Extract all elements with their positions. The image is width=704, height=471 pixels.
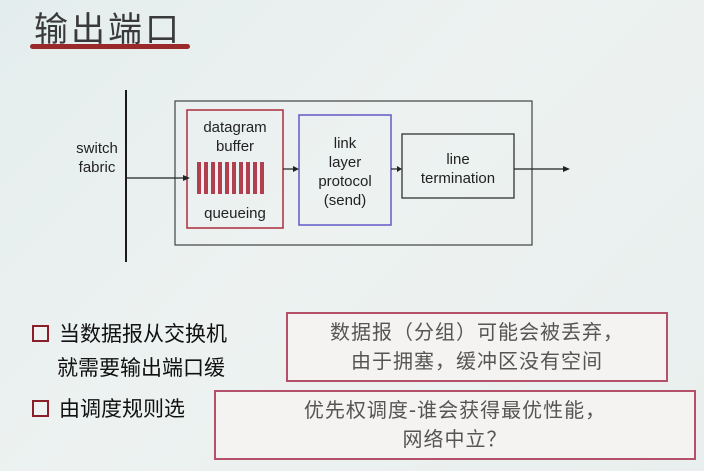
- queueing-label: queueing: [204, 205, 266, 222]
- annotation-overlay-drop: 数据报（分组）可能会被丢弃， 由于拥塞，缓冲区没有空间: [286, 312, 668, 382]
- queue-bar: [260, 162, 264, 194]
- queue-bar: [253, 162, 257, 194]
- bullet-2-line-1: 由调度规则选: [32, 393, 185, 423]
- queue-bar: [211, 162, 215, 194]
- link-layer-label: link layer protocol (send): [318, 135, 372, 209]
- bullet-square-icon: [32, 324, 49, 342]
- overlay-2-line-1: 优先权调度-谁会获得最优性能，: [303, 398, 607, 422]
- output-port-diagram: switch fabric datagram buffer queueing l…: [0, 0, 704, 300]
- datagram-buffer-label: datagram buffer: [203, 119, 267, 155]
- switch-fabric-label: switch fabric: [76, 140, 118, 176]
- overlay-2-line-2: 网络中立？: [402, 427, 508, 451]
- overlay-1-line-2: 由于拥塞，缓冲区没有空间: [351, 349, 603, 373]
- queue-bar: [197, 162, 201, 194]
- bullet-square-icon: [32, 399, 49, 417]
- queue-bar: [232, 162, 236, 194]
- line-termination-label: line termination: [420, 151, 496, 187]
- queue-bars: [197, 162, 264, 194]
- queue-bar: [218, 162, 222, 194]
- bullet-1-line-2: 就需要输出端口缓: [57, 356, 225, 380]
- queue-bar: [204, 162, 208, 194]
- queue-bar: [239, 162, 243, 194]
- annotation-overlay-scheduling: 优先权调度-谁会获得最优性能， 网络中立？: [214, 390, 696, 460]
- overlay-1-line-1: 数据报（分组）可能会被丢弃，: [330, 320, 624, 344]
- queue-bar: [246, 162, 250, 194]
- queue-bar: [225, 162, 229, 194]
- bullet-1-line-1: 当数据报从交换机: [32, 318, 227, 348]
